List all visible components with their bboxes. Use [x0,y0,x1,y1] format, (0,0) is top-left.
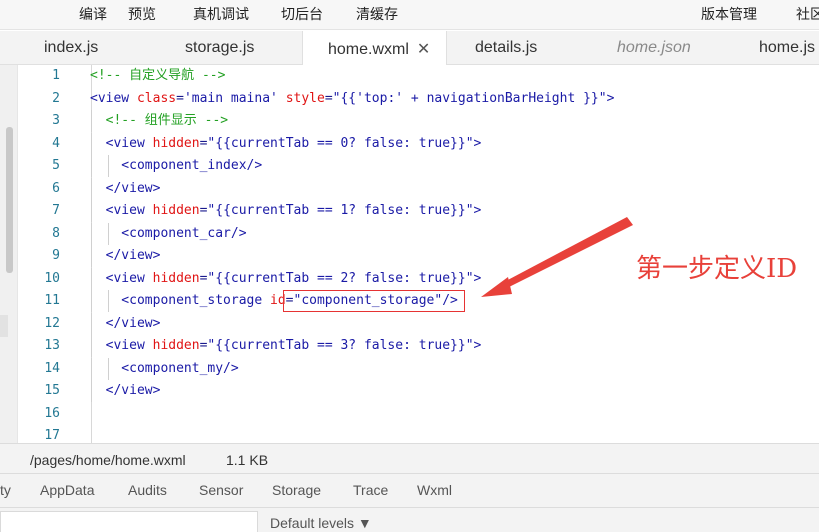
tab-label: index.js [44,39,99,56]
tab-wxml[interactable]: Wxml [417,482,452,498]
tab-storage-js[interactable]: storage.js [185,31,254,65]
tab-appdata[interactable]: AppData [40,482,94,498]
tab-label: home.wxml [328,41,409,58]
background-button[interactable]: 切后台 [281,4,323,24]
tab-storage[interactable]: Storage [272,482,321,498]
tab-label: home.json [617,39,691,56]
tab-label: storage.js [185,39,255,56]
preview-button[interactable]: 预览 [128,4,156,24]
version-management-button[interactable]: 版本管理 [701,4,757,24]
compile-button[interactable]: 编译 [79,4,107,24]
console-filter-row: Default levels ▼ [0,508,819,532]
arrow-shaft [502,217,633,289]
console-filter-input[interactable] [0,511,258,532]
code-editor[interactable]: 1 <!-- 自定义导航 --> 2 <view class='main maina'… [0,65,819,443]
close-icon[interactable]: ✕ [417,39,430,59]
file-path: /pages/home/home.wxml [30,452,186,468]
remote-debug-button[interactable]: 真机调试 [193,4,249,24]
tab-trace[interactable]: Trace [353,482,388,498]
tab-sensor[interactable]: Sensor [199,482,243,498]
tab-index-js[interactable]: index.js [44,31,98,65]
arrow-head [481,277,512,297]
tab-label: home.js [759,39,816,56]
log-levels-dropdown[interactable]: Default levels ▼ [270,515,372,531]
top-toolbar: 编译 预览 真机调试 切后台 清缓存 版本管理 社区 [0,0,819,30]
file-size: 1.1 KB [226,452,269,468]
tab-home-wxml[interactable]: home.wxml ✕ [302,31,447,66]
tab-security[interactable]: ty [0,482,11,498]
status-bar: /pages/home/home.wxml 1.1 KB [0,443,819,474]
clear-cache-button[interactable]: 清缓存 [356,4,398,24]
tab-home-js[interactable]: home.js [759,31,815,65]
community-button[interactable]: 社区 [796,4,819,24]
tab-home-json[interactable]: home.json [617,31,691,65]
annotation-text: 第一步定义ID [636,254,798,284]
editor-tab-bar: index.js storage.js home.wxml ✕ details.j… [0,31,819,66]
tab-details-js[interactable]: details.js [475,31,537,65]
devtools-tab-bar: ty AppData Audits Sensor Storage Trace W… [0,474,819,508]
tab-label: details.js [475,39,538,56]
tab-audits[interactable]: Audits [128,482,167,498]
